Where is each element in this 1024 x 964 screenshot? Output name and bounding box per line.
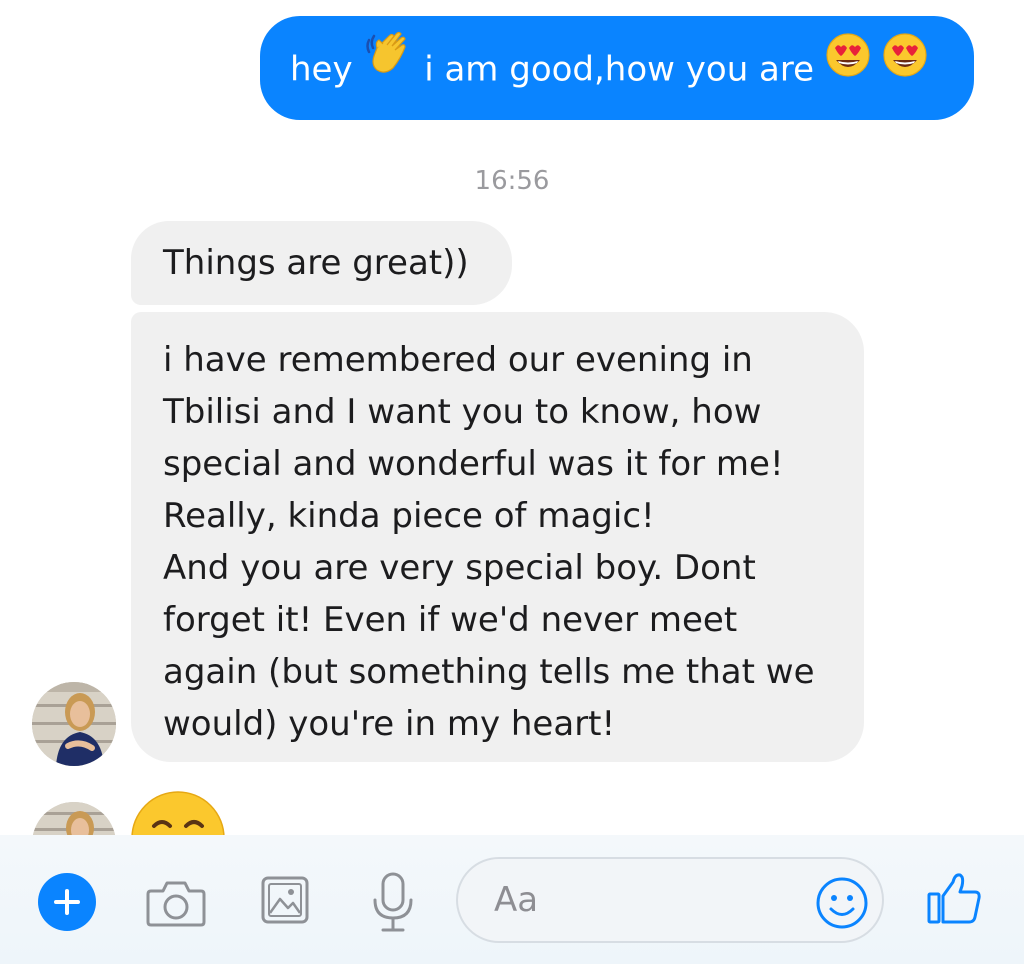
message-line: special and wonderful was it for me! — [163, 444, 784, 484]
contact-avatar[interactable] — [32, 682, 116, 766]
message-line: Tbilisi and I want you to know, how — [163, 392, 762, 432]
outgoing-message-text-2: i am good,how you are — [424, 49, 815, 90]
incoming-message-bubble[interactable]: i have remembered our evening in Tbilisi… — [131, 312, 864, 762]
message-line: forget it! Even if we'd never meet — [163, 600, 738, 640]
waving-hand-emoji-icon — [363, 15, 413, 119]
message-line: would) you're in my heart! — [163, 704, 616, 744]
heart-eyes-emoji-icon — [825, 15, 871, 119]
outgoing-message-bubble[interactable]: hey i am good,how you are — [260, 16, 974, 120]
incoming-message-bubble[interactable]: Things are great)) — [131, 221, 512, 305]
thumbs-up-icon[interactable] — [924, 869, 984, 929]
incoming-message-text: Things are great)) — [163, 243, 469, 283]
outgoing-message-text-1: hey — [290, 49, 353, 90]
message-line: Really, kinda piece of magic! — [163, 496, 655, 536]
message-line: And you are very special boy. Dont — [163, 548, 756, 588]
message-line: i have remembered our evening in — [163, 340, 753, 380]
plus-icon[interactable] — [38, 873, 96, 931]
message-timestamp: 16:56 — [474, 166, 550, 196]
camera-icon[interactable] — [144, 875, 208, 931]
message-composer — [0, 835, 1024, 964]
conversation-screen: hey i am good,how you are 16:56 Things a… — [0, 0, 1024, 964]
photo-icon[interactable] — [258, 873, 312, 927]
message-line: again (but something tells me that we — [163, 652, 815, 692]
smiley-icon[interactable] — [814, 875, 870, 931]
microphone-icon[interactable] — [366, 871, 420, 935]
heart-eyes-emoji-icon — [882, 15, 928, 119]
